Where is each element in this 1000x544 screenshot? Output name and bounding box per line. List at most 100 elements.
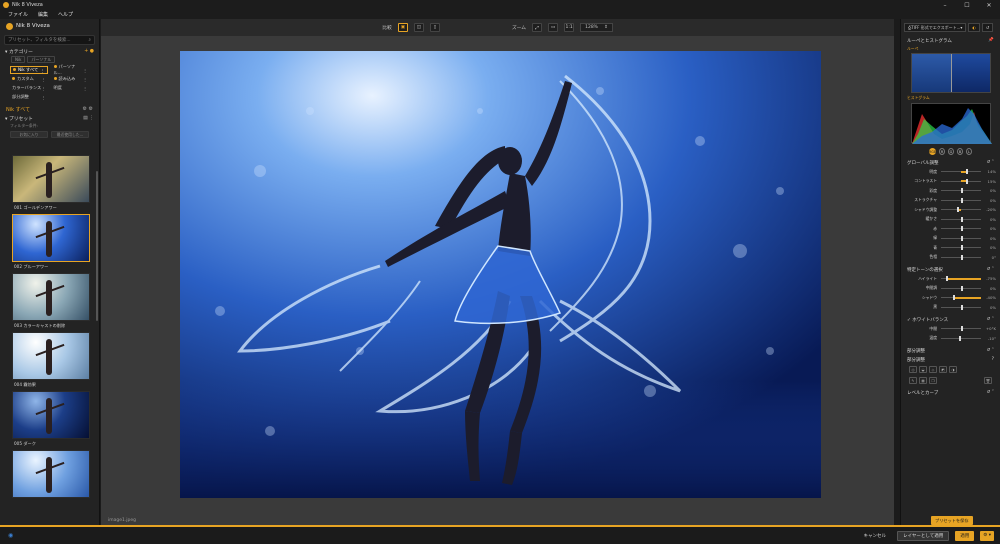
nik-all-header[interactable]: Nik すべて ⚙ ⚙: [0, 104, 99, 114]
tone-header[interactable]: 特定トーンの選択 ↺ ˄: [901, 265, 1000, 274]
help-icon[interactable]: ?: [992, 357, 994, 362]
chip-personal[interactable]: パーソナル: [27, 56, 56, 63]
slider-knob[interactable]: [961, 245, 963, 251]
recent-button[interactable]: 最近使用した...: [51, 131, 89, 138]
export-format-select[interactable]: ⎙ TIFF 形式でエクスポート... ▾: [904, 23, 967, 32]
slider-knob[interactable]: [961, 254, 963, 260]
preset-scrollbar[interactable]: [96, 171, 98, 321]
adjust-slider[interactable]: 中間 +0°K: [901, 324, 1000, 334]
channel-b[interactable]: B: [957, 148, 963, 155]
slider-track[interactable]: [941, 335, 981, 341]
slider-knob[interactable]: [961, 226, 963, 232]
slider-track[interactable]: [941, 188, 981, 194]
category-color-balance[interactable]: カラーバランス ⋮: [10, 84, 48, 92]
category-personal[interactable]: パーソナル... ⋮: [52, 64, 90, 75]
slider-track[interactable]: [941, 216, 981, 222]
slider-track[interactable]: [941, 197, 981, 203]
reset-icon[interactable]: ↺ ˄: [987, 267, 994, 272]
category-custom[interactable]: カスタム ⋮: [10, 75, 48, 83]
slider-track[interactable]: [941, 169, 981, 175]
slider-knob[interactable]: [961, 188, 963, 194]
reset-icon[interactable]: ↺ ˄: [987, 317, 994, 322]
slider-knob[interactable]: [961, 326, 963, 332]
channel-rgb[interactable]: RGB: [929, 148, 936, 155]
gradient-icon[interactable]: ◩: [939, 366, 947, 373]
undo-icon[interactable]: ↺: [981, 23, 994, 32]
slider-track[interactable]: [941, 285, 981, 291]
levels-header[interactable]: レベルとカーブ ↺ ˅: [901, 388, 1000, 397]
wb-header[interactable]: ✓ ホワイトバランス ↺ ˄: [901, 315, 1000, 324]
channel-r[interactable]: R: [939, 148, 945, 155]
adjust-slider[interactable]: 暖かさ 0%: [901, 215, 1000, 225]
status-icon[interactable]: ◉: [8, 532, 13, 539]
apply-options-button[interactable]: ⚙ ▾: [980, 530, 994, 541]
slider-knob[interactable]: [961, 235, 963, 241]
menu-file[interactable]: ファイル: [8, 11, 28, 18]
loupe-view[interactable]: [911, 53, 991, 93]
category-nik-all[interactable]: Nik すべて ⋮: [10, 66, 48, 74]
adjust-slider[interactable]: 緑 0%: [901, 234, 1000, 244]
more-icon[interactable]: ⋮: [83, 86, 87, 91]
fill-icon[interactable]: ▭: [548, 23, 559, 32]
add-category-icon[interactable]: + ●: [84, 49, 94, 54]
adjust-slider[interactable]: ストラクチャ 0%: [901, 196, 1000, 206]
adjust-slider[interactable]: 赤 0%: [901, 224, 1000, 234]
adjust-slider[interactable]: 黒 0%: [901, 303, 1000, 313]
slider-knob[interactable]: [957, 207, 959, 213]
slider-knob[interactable]: [965, 178, 968, 184]
photo-preview[interactable]: [180, 51, 821, 498]
local-header[interactable]: 部分調整 ↺ ˄: [901, 346, 1000, 355]
cancel-button[interactable]: キャンセル: [859, 531, 892, 541]
apply-as-layer-button[interactable]: レイヤーとして適用: [897, 530, 950, 541]
slider-track[interactable]: [941, 295, 981, 301]
history-icon[interactable]: ◐: [968, 23, 980, 32]
slider-track[interactable]: [941, 235, 981, 241]
lasso-icon[interactable]: ◇: [929, 366, 937, 373]
mask-icon[interactable]: ◑: [949, 366, 957, 373]
preset-item[interactable]: [12, 450, 90, 505]
split-view-button[interactable]: ◫: [413, 23, 424, 32]
close-icon[interactable]: ✕: [978, 0, 1000, 10]
slider-track[interactable]: [941, 276, 981, 282]
adjust-slider[interactable]: 中間調 0%: [901, 284, 1000, 294]
category-import[interactable]: 読み込み ⋮: [52, 75, 90, 83]
more-icon[interactable]: ⋮: [41, 86, 45, 91]
settings-icon[interactable]: ⚙ ⚙: [82, 106, 93, 112]
adjust-slider[interactable]: 明度 14%: [901, 167, 1000, 177]
preset-item[interactable]: 004 霧効果: [12, 332, 90, 389]
copy-icon[interactable]: ❐: [929, 377, 937, 384]
side-by-side-button[interactable]: ▯: [429, 23, 440, 32]
loupe-header[interactable]: ルーペとヒストグラム 📌: [901, 36, 1000, 45]
category-brightness[interactable]: 明度 ⋮: [52, 84, 90, 92]
zoom-select[interactable]: 128% ⇕: [580, 23, 613, 32]
edit-icon[interactable]: ✎: [909, 377, 917, 384]
chip-nik[interactable]: Nik: [11, 56, 26, 63]
adjust-slider[interactable]: 青 0%: [901, 243, 1000, 253]
adjust-slider[interactable]: シャドウ調整 -20%: [901, 205, 1000, 215]
adjust-slider[interactable]: コントラスト 15%: [901, 177, 1000, 187]
channel-l[interactable]: L: [966, 148, 972, 155]
preset-item[interactable]: 001 ゴールデンアワー: [12, 155, 90, 212]
pin-icon[interactable]: 📌: [988, 38, 994, 43]
slider-track[interactable]: [941, 226, 981, 232]
preset-item[interactable]: 005 ダーク: [12, 391, 90, 448]
reset-icon[interactable]: ↺ ˄: [987, 348, 994, 353]
slider-knob[interactable]: [959, 335, 961, 341]
favorites-button[interactable]: お気に入り: [10, 131, 48, 138]
slider-knob[interactable]: [945, 276, 948, 282]
view-toggle-icon[interactable]: ▤ ⋮: [83, 116, 94, 121]
adjust-slider[interactable]: シャドウ -40%: [901, 293, 1000, 303]
slider-knob[interactable]: [965, 169, 968, 175]
adjust-slider[interactable]: 色相 0°: [901, 253, 1000, 263]
compare-off-button[interactable]: ▣: [397, 23, 408, 32]
preset-item[interactable]: 003 カラーキャストの削除: [12, 273, 90, 330]
maximize-icon[interactable]: ☐: [956, 0, 978, 10]
reset-icon[interactable]: ↺ ˄: [987, 160, 994, 165]
global-header[interactable]: グローバル調整 ↺ ˄: [901, 158, 1000, 167]
slider-track[interactable]: [941, 254, 981, 260]
slider-track[interactable]: [941, 178, 981, 184]
preset-item[interactable]: 002 ブルーアワー: [12, 214, 90, 271]
category-local[interactable]: 部分調整 ⋮: [10, 93, 48, 101]
more-icon[interactable]: ⋮: [83, 77, 87, 82]
grid-icon[interactable]: ▦: [919, 377, 927, 384]
